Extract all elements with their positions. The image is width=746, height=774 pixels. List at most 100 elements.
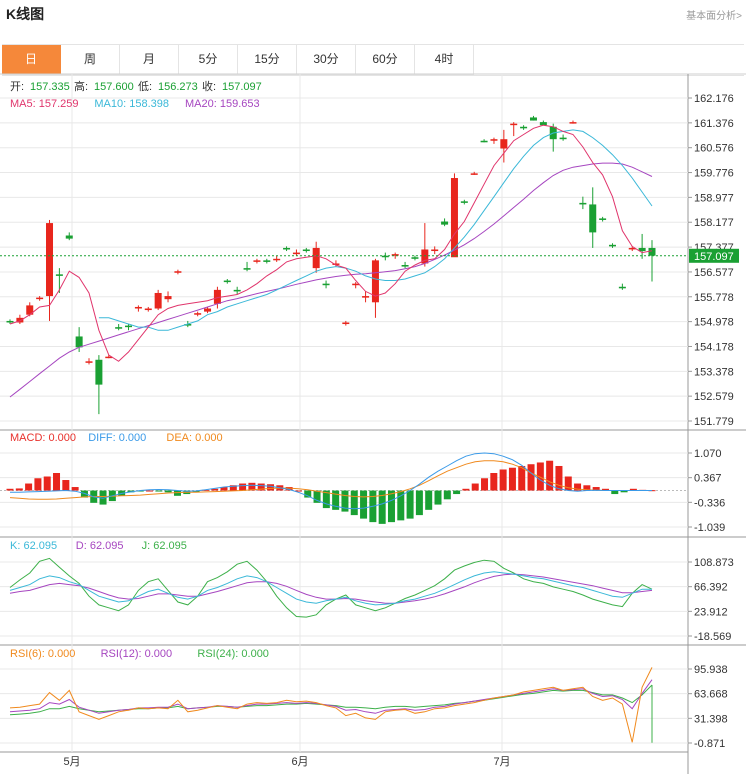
- candle-body: [6, 320, 14, 323]
- macd-bar: [267, 484, 275, 491]
- macd-legend: DIFF: 0.000: [88, 432, 146, 444]
- macd-bar: [508, 467, 516, 491]
- macd-bar: [434, 490, 442, 505]
- candle-body: [441, 221, 449, 225]
- kdj-k-line: [9, 571, 652, 606]
- candle-body: [253, 260, 261, 262]
- candle-body: [648, 247, 656, 256]
- price-tick-label: 154.178: [694, 341, 734, 353]
- macd-bar: [443, 490, 451, 500]
- macd-bar: [387, 490, 395, 523]
- candle-body: [283, 247, 291, 250]
- candle-body: [342, 322, 350, 325]
- macd-bar: [397, 490, 405, 521]
- price-tick-label: 152.579: [694, 391, 734, 403]
- ma-legend: MA20: 159.653: [185, 98, 260, 110]
- macd-bar: [415, 490, 423, 516]
- ohlc-label: 高:: [74, 79, 88, 93]
- candle-body: [204, 308, 212, 312]
- candle-body: [223, 280, 231, 283]
- rsi-tick-label: -0.871: [694, 738, 725, 750]
- ma5-line: [9, 124, 653, 362]
- candle-body: [589, 204, 597, 233]
- candle-body: [411, 257, 419, 259]
- ohlc-label: 开:: [10, 81, 24, 93]
- candle-body: [95, 359, 103, 385]
- candle-body: [480, 140, 488, 143]
- macd-tick-label: 0.367: [694, 473, 722, 485]
- macd-legend: MACD: 0.000: [10, 432, 76, 444]
- macd-bar: [164, 490, 172, 493]
- candle-body: [233, 289, 241, 292]
- candle-body: [115, 327, 123, 329]
- macd-bar: [490, 473, 498, 491]
- price-tick-label: 154.978: [694, 317, 734, 329]
- candle-body: [579, 202, 587, 205]
- macd-bar: [25, 483, 33, 491]
- macd-bar: [6, 488, 14, 491]
- rsi-tick-label: 31.398: [694, 713, 728, 725]
- candle-body: [460, 201, 468, 203]
- macd-bar: [53, 473, 61, 491]
- price-tick-label: 159.776: [694, 168, 734, 180]
- price-tick-label: 158.177: [694, 217, 734, 229]
- ohlc-label: 收:: [202, 79, 216, 93]
- kdj-tick-label: -18.569: [694, 631, 731, 643]
- x-tick-label: 5月: [63, 756, 80, 768]
- candle-body: [608, 244, 616, 247]
- rsi-legend: RSI(6): 0.000: [10, 648, 75, 660]
- candle-body: [194, 313, 202, 315]
- macd-bar: [62, 480, 70, 491]
- ohlc-label: 低:: [138, 80, 152, 93]
- candle-body: [125, 325, 133, 328]
- candle-body: [401, 265, 409, 267]
- candle-body: [569, 122, 577, 124]
- candle-body: [55, 274, 63, 276]
- candle-body: [500, 139, 508, 149]
- macd-tick-label: -1.039: [694, 522, 725, 534]
- macd-bar: [15, 488, 23, 491]
- candle-body: [75, 336, 83, 348]
- macd-bar: [425, 490, 433, 510]
- macd-bar: [481, 478, 489, 491]
- macd-bar: [350, 490, 358, 516]
- macd-bar: [555, 465, 563, 491]
- ma20-line: [9, 162, 653, 398]
- candle-body: [599, 218, 607, 220]
- macd-bar: [43, 476, 51, 491]
- ohlc-value: 157.335: [30, 81, 70, 93]
- candle-body: [302, 249, 310, 252]
- macd-bar: [239, 483, 247, 491]
- macd-legend: DEA: 0.000: [166, 432, 222, 444]
- price-tick-label: 155.778: [694, 292, 734, 304]
- candle-body: [144, 308, 152, 311]
- macd-bar: [34, 478, 42, 491]
- price-tick-label: 158.977: [694, 192, 734, 204]
- rsi-legend: RSI(24): 0.000: [197, 648, 269, 660]
- kdj-legend: K: 62.095: [10, 540, 57, 552]
- candle-body: [36, 297, 44, 300]
- macd-tick-label: -0.336: [694, 497, 725, 509]
- macd-bar: [406, 490, 414, 519]
- macd-bar: [462, 488, 470, 491]
- kdj-legend: J: 62.095: [142, 540, 187, 552]
- candle-body: [322, 283, 330, 286]
- x-tick-label: 6月: [291, 756, 308, 768]
- macd-bar: [71, 487, 79, 491]
- candle-body: [65, 235, 73, 239]
- macd-bar: [453, 490, 461, 495]
- candle-body: [470, 173, 478, 175]
- rsi-tick-label: 63.668: [694, 689, 728, 701]
- macd-bar: [527, 464, 535, 491]
- candle-body: [164, 296, 172, 300]
- macd-bar: [146, 490, 154, 492]
- candle-body: [362, 296, 370, 298]
- candle-body: [134, 306, 142, 309]
- kline-chart[interactable]: 5月 6月 7月 162.176 161.376 160.576 159.776 158.97…: [0, 0, 746, 774]
- candle-body: [312, 247, 320, 269]
- macd-bar: [499, 469, 507, 491]
- kdj-j-line: [9, 557, 653, 618]
- candle-body: [618, 286, 626, 289]
- last-price-label: 157.097: [694, 251, 734, 263]
- macd-bar: [471, 483, 479, 491]
